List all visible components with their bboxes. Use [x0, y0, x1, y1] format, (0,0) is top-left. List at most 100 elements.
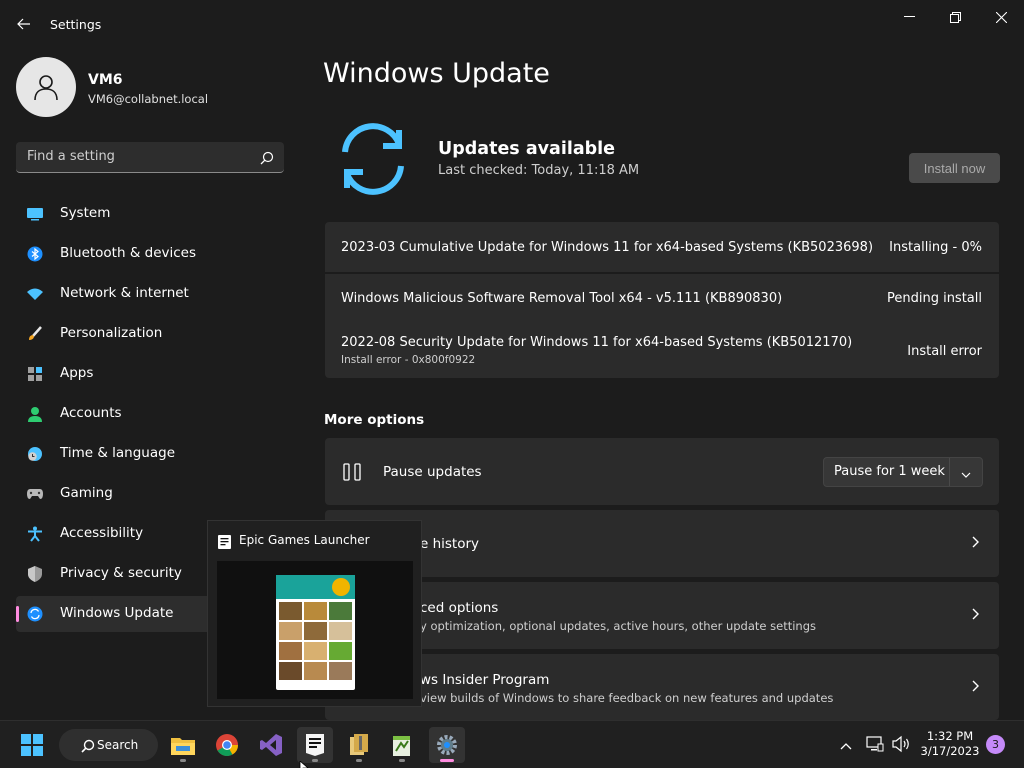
- taskbar-clock[interactable]: 1:32 PM 3/17/2023: [920, 729, 980, 759]
- chevron-down-icon: [960, 466, 972, 485]
- update-status: Updates available: [438, 139, 616, 159]
- sidebar-item-label: Personalization: [60, 325, 163, 341]
- windows-start-icon[interactable]: [14, 727, 50, 763]
- advanced-options-desc: y optimization, optional updates, active…: [420, 619, 816, 633]
- pause-icon: [343, 463, 363, 485]
- active-indicator: [440, 759, 454, 762]
- update-name: Windows Malicious Software Removal Tool …: [341, 291, 783, 306]
- system-icon: [26, 206, 44, 222]
- chevron-right-icon: [971, 606, 981, 625]
- shield-icon: [26, 566, 44, 582]
- pause-updates-label: Pause updates: [383, 464, 482, 480]
- sidebar-item-label: Windows Update: [60, 605, 174, 621]
- accessibility-icon: [26, 526, 44, 542]
- window-title: Settings: [50, 17, 102, 32]
- selection-indicator: [16, 606, 19, 622]
- sidebar-item-label: System: [60, 205, 111, 221]
- insider-program-card[interactable]: ws Insider Program view builds of Window…: [325, 654, 999, 720]
- mouse-cursor-icon: [299, 757, 309, 768]
- update-error-detail: Install error - 0x800f0922: [341, 354, 476, 366]
- minimize-icon[interactable]: [886, 0, 932, 34]
- last-checked: Last checked: Today, 11:18 AM: [438, 163, 640, 178]
- sidebar-item-label: Network & internet: [60, 285, 189, 301]
- sidebar-item-label: Privacy & security: [60, 565, 182, 581]
- notification-badge[interactable]: 3: [986, 735, 1005, 754]
- chevron-right-icon: [971, 534, 981, 553]
- wifi-icon: [26, 286, 44, 302]
- search-icon[interactable]: [260, 150, 274, 169]
- pause-duration-value: Pause for 1 week: [834, 464, 945, 479]
- update-history-card[interactable]: e history: [325, 510, 999, 577]
- update-name: 2022-08 Security Update for Windows 11 f…: [341, 335, 853, 350]
- update-row: 2022-08 Security Update for Windows 11 f…: [325, 324, 999, 378]
- search-input[interactable]: Find a setting: [16, 142, 284, 173]
- install-now-button[interactable]: Install now: [909, 153, 1000, 183]
- sidebar-item-label: Accounts: [60, 405, 122, 421]
- user-email: VM6@collabnet.local: [88, 92, 209, 106]
- page-title: Windows Update: [323, 58, 550, 89]
- title-bar: Settings: [0, 0, 1024, 48]
- archive-icon[interactable]: [341, 727, 377, 763]
- taskbar: Search 1:32 PM 3/17/2023 3: [0, 720, 1024, 768]
- sidebar-item-system[interactable]: System: [16, 196, 206, 232]
- back-arrow-icon[interactable]: [12, 12, 36, 36]
- pause-duration-dropdown[interactable]: Pause for 1 week: [823, 457, 983, 487]
- sidebar-item-gaming[interactable]: Gaming: [16, 476, 206, 512]
- epic-games-icon: [218, 534, 231, 553]
- window-preview-thumbnail[interactable]: [217, 561, 413, 699]
- clock-time: 1:32 PM: [926, 729, 974, 743]
- sidebar-item-privacy[interactable]: Privacy & security: [16, 556, 206, 592]
- update-row: 2023-03 Cumulative Update for Windows 11…: [325, 222, 999, 272]
- running-indicator: [180, 759, 186, 762]
- sidebar-item-apps[interactable]: Apps: [16, 356, 206, 392]
- advanced-options-card[interactable]: ced options y optimization, optional upd…: [325, 582, 999, 649]
- sidebar-item-personalization[interactable]: Personalization: [16, 316, 206, 352]
- chevron-right-icon: [971, 678, 981, 697]
- search-icon: [81, 738, 95, 757]
- update-history-label: e history: [420, 536, 480, 552]
- network-icon[interactable]: [866, 735, 884, 757]
- chevron-up-icon[interactable]: [839, 737, 853, 756]
- user-name: VM6: [88, 72, 123, 88]
- running-indicator: [356, 759, 362, 762]
- person-icon: [34, 75, 58, 101]
- person-icon: [26, 406, 44, 422]
- sidebar-item-accounts[interactable]: Accounts: [16, 396, 206, 432]
- restore-icon[interactable]: [932, 0, 978, 34]
- chrome-icon[interactable]: [209, 727, 245, 763]
- update-status-text: Pending install: [886, 291, 982, 306]
- sidebar-item-label: Accessibility: [60, 525, 144, 541]
- close-icon[interactable]: [978, 0, 1024, 34]
- taskbar-search-label: Search: [97, 738, 139, 752]
- sidebar-item-label: Bluetooth & devices: [60, 245, 197, 261]
- sidebar-item-accessibility[interactable]: Accessibility: [16, 516, 206, 552]
- update-sync-icon: [333, 122, 413, 196]
- running-indicator: [312, 759, 318, 762]
- search-placeholder: Find a setting: [27, 149, 115, 164]
- dropdown-divider: [949, 458, 950, 486]
- popup-title: Epic Games Launcher: [239, 533, 370, 547]
- taskbar-search-button[interactable]: Search: [59, 729, 158, 761]
- volume-icon[interactable]: [891, 735, 911, 757]
- update-status-text: Installing - 0%: [889, 240, 982, 255]
- sidebar-item-bluetooth[interactable]: Bluetooth & devices: [16, 236, 206, 272]
- sidebar-item-time-language[interactable]: Time & language: [16, 436, 206, 472]
- notepad-plus-plus-icon[interactable]: [384, 727, 420, 763]
- avatar[interactable]: [16, 57, 76, 117]
- sidebar-item-label: Apps: [60, 365, 94, 381]
- advanced-options-label: ced options: [420, 600, 499, 616]
- clock-date: 3/17/2023: [920, 744, 980, 758]
- file-explorer-icon[interactable]: [165, 727, 201, 763]
- settings-gear-icon[interactable]: [429, 727, 465, 763]
- preview-image: [276, 575, 355, 690]
- sidebar-item-network[interactable]: Network & internet: [16, 276, 206, 312]
- sidebar-item-label: Gaming: [60, 485, 113, 501]
- taskbar-thumbnail-popup[interactable]: Epic Games Launcher: [207, 520, 422, 707]
- sync-icon: [26, 606, 44, 622]
- bluetooth-icon: [26, 246, 44, 262]
- brush-icon: [26, 326, 44, 342]
- sidebar-item-label: Time & language: [60, 445, 176, 461]
- update-row: Windows Malicious Software Removal Tool …: [325, 274, 999, 324]
- visual-studio-icon[interactable]: [253, 727, 289, 763]
- clock-globe-icon: [26, 446, 44, 462]
